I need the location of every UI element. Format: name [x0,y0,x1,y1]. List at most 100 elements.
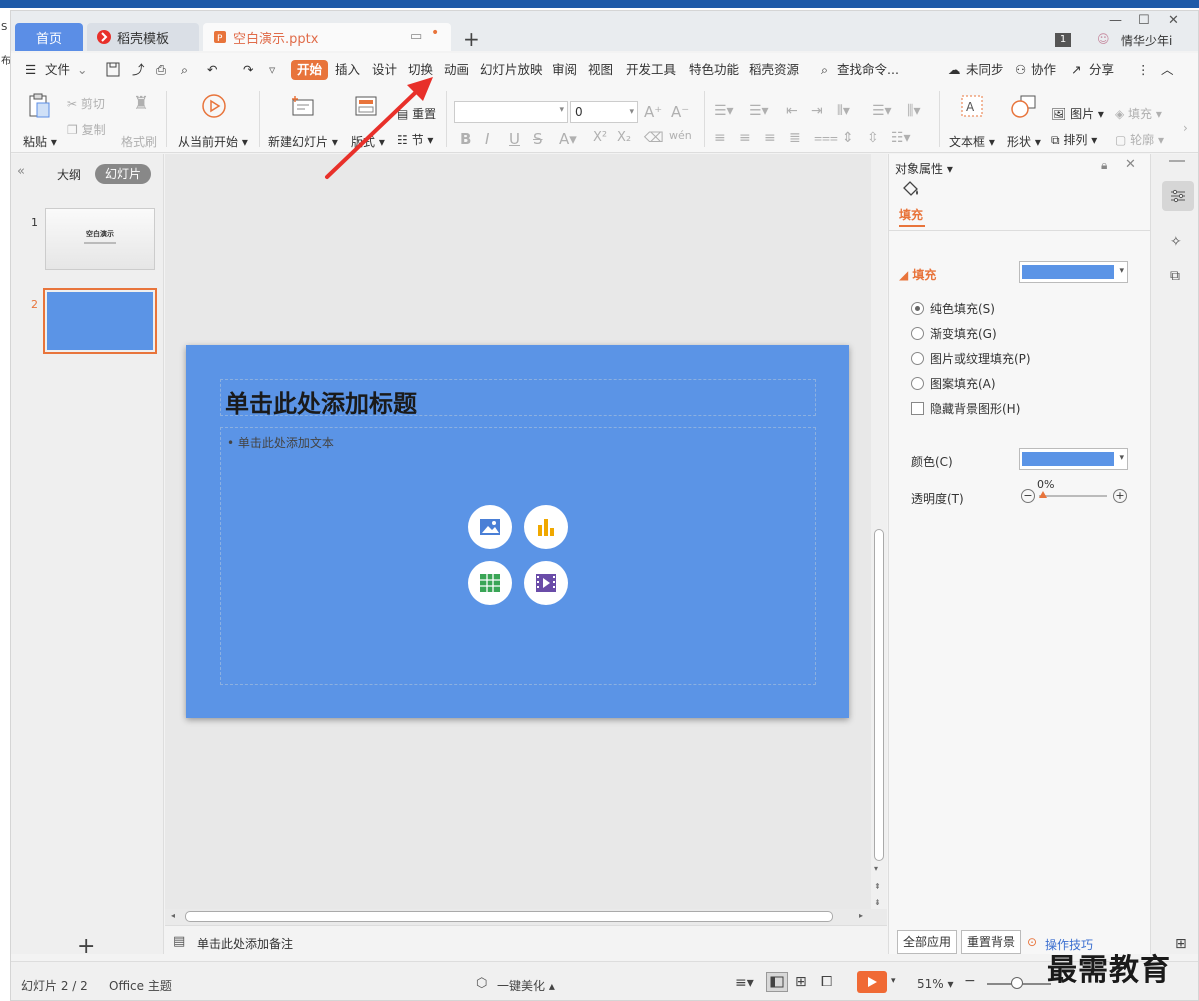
notes-placeholder[interactable]: 单击此处添加备注 [197,935,293,952]
scroll-left-icon[interactable]: ◂ [171,911,175,920]
radio-picture-fill[interactable] [911,352,924,365]
minimize-icon[interactable]: — [1109,13,1122,28]
vertical-scroll-thumb[interactable] [874,529,884,861]
font-size-select[interactable]: 0 ▾ [570,101,638,123]
menu-tab-review[interactable]: 审阅 [552,53,577,87]
slide-sorter-icon[interactable]: ⊞ [795,974,807,990]
underline-icon[interactable]: U [509,130,520,148]
font-color-icon[interactable]: A▾ [559,130,577,148]
prev-slide-icon[interactable]: ⇞ [874,882,881,891]
paragraph-spacing-icon[interactable]: ⇕ [842,130,854,146]
close-window-icon[interactable]: ✕ [1168,13,1179,28]
reading-view-icon[interactable]: ⧠ [821,974,832,990]
scroll-down-icon[interactable]: ▾ [874,864,878,873]
ribbon-scroll-right-icon[interactable]: › [1183,121,1188,135]
subscript-icon[interactable]: X₂ [617,130,631,145]
slide-canvas[interactable]: 单击此处添加标题 • 单击此处添加文本 [186,345,849,718]
textbox-icon[interactable]: A [961,95,983,117]
option-picture-fill[interactable]: 图片或纹理填充(P) [911,350,1031,367]
numbering-icon[interactable]: ☰▾ [749,103,769,119]
reset-background-button[interactable]: 重置背景 [961,930,1022,954]
superscript-icon[interactable]: X² [593,130,607,145]
transparency-slider-handle[interactable] [1039,491,1047,498]
lock-icon[interactable]: 🔒︎ [1101,158,1107,173]
avatar-icon[interactable]: ☺ [1097,32,1110,46]
color-picker[interactable]: ▾ [1019,448,1128,470]
option-hide-bg[interactable]: 隐藏背景图形(H) [911,400,1020,417]
picture-button[interactable]: 🖼 图片 ▾ [1051,105,1104,122]
share-button[interactable]: 分享 [1089,53,1114,87]
columns-icon[interactable]: ⫴▾ [837,103,850,119]
vertical-scrollbar[interactable]: ▾ ⇞ ⇟ [871,154,887,914]
title-placeholder[interactable]: 单击此处添加标题 [220,379,816,418]
new-tab-button[interactable]: + [463,25,480,53]
text-direction-icon[interactable]: ⫼▾ [907,103,920,119]
tab-document[interactable]: P 空白演示.pptx ▭ • [203,23,451,51]
chevron-down-icon[interactable]: ▾ [891,976,896,986]
print-preview-icon[interactable]: ⌕ [181,53,188,87]
checkbox-hide-bg[interactable] [911,402,924,415]
radio-solid-fill[interactable] [911,302,924,315]
collapse-ribbon-icon[interactable]: ︿ [1161,53,1174,87]
backup-pane-icon[interactable]: ⧉ [1170,268,1180,284]
insert-video-button[interactable] [524,561,568,605]
undo-icon[interactable]: ↶ [207,53,217,87]
redo-icon[interactable]: ↷ [243,53,253,87]
justify-icon[interactable]: ≣ [789,130,801,146]
collab-button[interactable]: 协作 [1031,53,1056,87]
customize-icon[interactable]: ▿ [269,53,275,87]
zoom-out-button[interactable]: − [964,973,976,989]
transparency-decrease-button[interactable]: − [1021,489,1035,503]
menu-tab-special[interactable]: 特色功能 [689,53,739,87]
from-current-button[interactable]: 从当前开始 ▾ [178,133,248,150]
arrange-button[interactable]: ⧉ 排列 ▾ [1051,131,1097,148]
unsync-status[interactable]: 未同步 [966,53,1004,87]
bold-icon[interactable]: B [460,130,471,148]
cloud-icon[interactable]: ☁ [948,53,961,87]
fill-bucket-icon[interactable] [901,180,921,198]
bullets-icon[interactable]: ☰▾ [714,103,734,119]
fill-color-picker[interactable]: ▾ [1019,261,1128,283]
textbox-button[interactable]: 文本框 ▾ [949,133,995,150]
paste-icon[interactable] [27,93,51,119]
strikethrough-icon[interactable]: S [533,130,543,148]
share-icon[interactable]: ↗ [1071,53,1081,87]
maximize-icon[interactable]: ☐ [1138,13,1150,28]
normal-view-button[interactable] [766,972,788,992]
insert-chart-button[interactable] [524,505,568,549]
italic-icon[interactable]: I [485,130,489,148]
export-icon[interactable]: ⤴ [132,53,145,87]
radio-gradient-fill[interactable] [911,327,924,340]
distribute-icon[interactable]: ⩶ [814,130,838,146]
fill-tab[interactable]: 填充 [899,206,923,223]
radio-pattern-fill[interactable] [911,377,924,390]
apply-all-button[interactable]: 全部应用 [897,930,958,954]
horizontal-scroll-thumb[interactable] [185,911,833,922]
copy-button[interactable]: ❐ 复制 [67,121,106,138]
more-icon[interactable]: ⋮ [1137,53,1150,87]
decrease-indent-icon[interactable]: ⇤ [786,103,798,119]
notes-toggle-icon[interactable]: ≡▾ [735,975,754,991]
fill-button[interactable]: ◈ 填充 ▾ [1115,105,1162,122]
zoom-level[interactable]: 51% ▾ [917,977,954,991]
insert-table-button[interactable] [468,561,512,605]
horizontal-scrollbar[interactable]: ◂ ▸ [165,909,887,925]
add-slide-button[interactable]: + [77,934,95,959]
zoom-slider-handle[interactable] [1011,977,1023,989]
search-command[interactable]: 查找命令... [837,53,899,87]
option-gradient-fill[interactable]: 渐变填充(G) [911,325,997,342]
animation-pane-icon[interactable]: ✧ [1170,234,1182,250]
insert-picture-button[interactable] [468,505,512,549]
shrink-font-icon[interactable]: A⁻ [671,103,689,121]
transparency-increase-button[interactable]: + [1113,489,1127,503]
fill-section-header[interactable]: ◢ 填充 [899,266,936,283]
chevron-down-icon[interactable]: ⌄ [77,53,87,87]
slides-tab[interactable]: 幻灯片 [95,164,151,184]
hamburger-icon[interactable]: ☰ [25,53,36,87]
paste-button[interactable]: 粘贴 ▾ [23,133,57,150]
menu-tab-slideshow[interactable]: 幻灯片放映 [480,53,543,87]
line-spacing-icon[interactable]: ☰▾ [872,103,892,119]
collapse-panel-icon[interactable]: « [17,164,25,179]
align-center-icon[interactable]: ≡ [739,130,751,146]
content-placeholder[interactable]: • 单击此处添加文本 [220,427,816,685]
